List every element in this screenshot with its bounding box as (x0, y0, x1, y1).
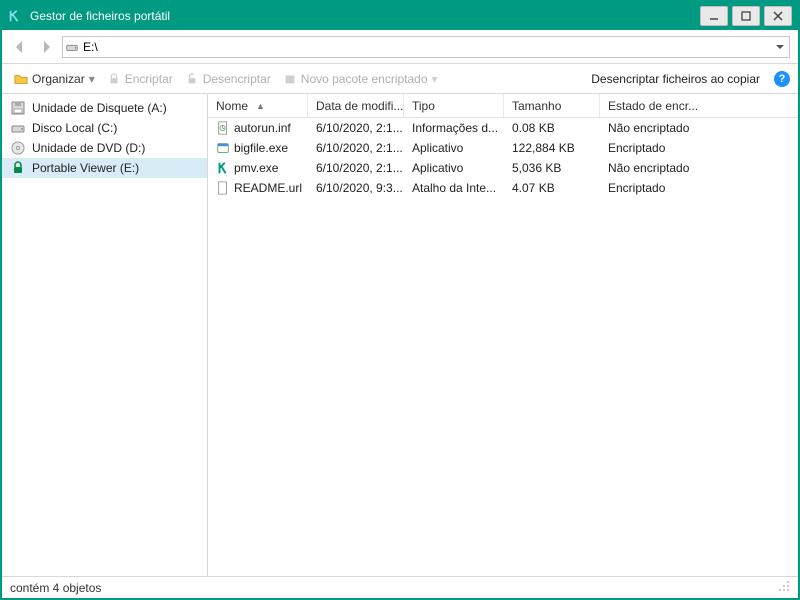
column-header-encryption[interactable]: Estado de encr... (600, 94, 798, 117)
file-type-icon (216, 121, 230, 135)
file-type-icon (216, 181, 230, 195)
minimize-button[interactable] (700, 6, 728, 26)
drive-sidebar: Unidade de Disquete (A:) Disco Local (C:… (2, 94, 208, 576)
window-controls (696, 6, 792, 26)
address-dropdown-button[interactable] (771, 42, 789, 52)
sidebar-item-label: Unidade de Disquete (A:) (32, 101, 167, 115)
floppy-icon (10, 100, 26, 116)
file-date-cell: 6/10/2020, 2:1... (308, 161, 404, 175)
file-encryption-cell: Não encriptado (600, 161, 798, 175)
chevron-down-icon: ▾ (432, 72, 438, 86)
encrypt-label: Encriptar (125, 72, 173, 86)
new-package-button[interactable]: Novo pacote encriptado ▾ (279, 70, 442, 88)
column-headers: Nome ▲ Data de modifi... Tipo Tamanho Est… (208, 94, 798, 118)
file-size-cell: 5,036 KB (504, 161, 600, 175)
file-date-cell: 6/10/2020, 2:1... (308, 141, 404, 155)
file-name: README.url (234, 181, 302, 195)
decrypt-on-copy-toggle[interactable]: Desencriptar ficheiros ao copiar (587, 70, 764, 88)
sidebar-item-portable-e[interactable]: Portable Viewer (E:) (2, 158, 207, 178)
app-window: Gestor de ficheiros portátil (0, 0, 800, 600)
help-button[interactable]: ? (774, 71, 790, 87)
chevron-down-icon: ▾ (89, 72, 95, 86)
file-name: bigfile.exe (234, 141, 288, 155)
folder-icon (14, 72, 28, 86)
toolbar: Organizar ▾ Encriptar Desencriptar Novo … (2, 64, 798, 94)
sidebar-item-label: Unidade de DVD (D:) (32, 141, 145, 155)
file-type-cell: Atalho da Inte... (404, 181, 504, 195)
file-name-cell: pmv.exe (208, 161, 308, 175)
column-header-label: Tipo (412, 99, 435, 113)
address-bar[interactable] (62, 36, 790, 58)
titlebar: Gestor de ficheiros portátil (2, 2, 798, 30)
hdd-icon (10, 120, 26, 136)
sidebar-item-dvd-d[interactable]: Unidade de DVD (D:) (2, 138, 207, 158)
file-encryption-cell: Encriptado (600, 181, 798, 195)
file-type-cell: Aplicativo (404, 141, 504, 155)
column-header-label: Tamanho (512, 99, 561, 113)
nav-back-button[interactable] (10, 37, 30, 57)
column-header-label: Nome (216, 99, 248, 113)
file-date-cell: 6/10/2020, 9:3... (308, 181, 404, 195)
package-icon (283, 72, 297, 86)
sidebar-item-label: Disco Local (C:) (32, 121, 117, 135)
file-size-cell: 122,884 KB (504, 141, 600, 155)
lock-icon (107, 72, 121, 86)
nav-forward-button[interactable] (36, 37, 56, 57)
status-text: contém 4 objetos (10, 581, 101, 595)
address-input[interactable] (81, 40, 771, 54)
status-bar: contém 4 objetos (2, 576, 798, 598)
file-name-cell: autorun.inf (208, 121, 308, 135)
encrypt-button[interactable]: Encriptar (103, 70, 177, 88)
column-header-name[interactable]: Nome ▲ (208, 94, 308, 117)
file-date-cell: 6/10/2020, 2:1... (308, 121, 404, 135)
app-icon (8, 9, 22, 23)
file-name-cell: bigfile.exe (208, 141, 308, 155)
decrypt-button[interactable]: Desencriptar (181, 70, 275, 88)
sidebar-item-hdd-c[interactable]: Disco Local (C:) (2, 118, 207, 138)
file-type-cell: Informações d... (404, 121, 504, 135)
column-header-date[interactable]: Data de modifi... (308, 94, 404, 117)
file-name: pmv.exe (234, 161, 278, 175)
file-encryption-cell: Não encriptado (600, 121, 798, 135)
file-size-cell: 4.07 KB (504, 181, 600, 195)
sort-asc-icon: ▲ (256, 101, 265, 111)
resize-grip-icon[interactable] (778, 580, 790, 595)
file-list: Nome ▲ Data de modifi... Tipo Tamanho Est… (208, 94, 798, 576)
file-type-cell: Aplicativo (404, 161, 504, 175)
file-type-icon (216, 141, 230, 155)
maximize-button[interactable] (732, 6, 760, 26)
sidebar-item-floppy-a[interactable]: Unidade de Disquete (A:) (2, 98, 207, 118)
unlock-icon (185, 72, 199, 86)
organize-button[interactable]: Organizar ▾ (10, 70, 99, 88)
column-header-size[interactable]: Tamanho (504, 94, 600, 117)
file-row[interactable]: bigfile.exe 6/10/2020, 2:1...Aplicativo12… (208, 138, 798, 158)
dvd-icon (10, 140, 26, 156)
drive-icon (63, 40, 81, 54)
column-header-label: Data de modifi... (316, 99, 403, 113)
file-size-cell: 0.08 KB (504, 121, 600, 135)
decrypt-label: Desencriptar (203, 72, 271, 86)
file-encryption-cell: Encriptado (600, 141, 798, 155)
close-button[interactable] (764, 6, 792, 26)
file-name-cell: README.url (208, 181, 308, 195)
lock-drive-icon (10, 160, 26, 176)
file-type-icon (216, 161, 230, 175)
column-header-type[interactable]: Tipo (404, 94, 504, 117)
decrypt-on-copy-label: Desencriptar ficheiros ao copiar (591, 72, 760, 86)
sidebar-item-label: Portable Viewer (E:) (32, 161, 139, 175)
new-package-label: Novo pacote encriptado (301, 72, 428, 86)
file-row[interactable]: pmv.exe 6/10/2020, 2:1...Aplicativo5,036 … (208, 158, 798, 178)
navigation-bar (2, 30, 798, 64)
body-area: Unidade de Disquete (A:) Disco Local (C:… (2, 94, 798, 576)
column-header-label: Estado de encr... (608, 99, 698, 113)
file-row[interactable]: README.url 6/10/2020, 9:3...Atalho da Int… (208, 178, 798, 198)
file-row[interactable]: autorun.inf 6/10/2020, 2:1...Informações … (208, 118, 798, 138)
window-title: Gestor de ficheiros portátil (30, 9, 696, 23)
organize-label: Organizar (32, 72, 85, 86)
file-rows: autorun.inf6/10/2020, 2:1...Informações … (208, 118, 798, 576)
file-name: autorun.inf (234, 121, 291, 135)
